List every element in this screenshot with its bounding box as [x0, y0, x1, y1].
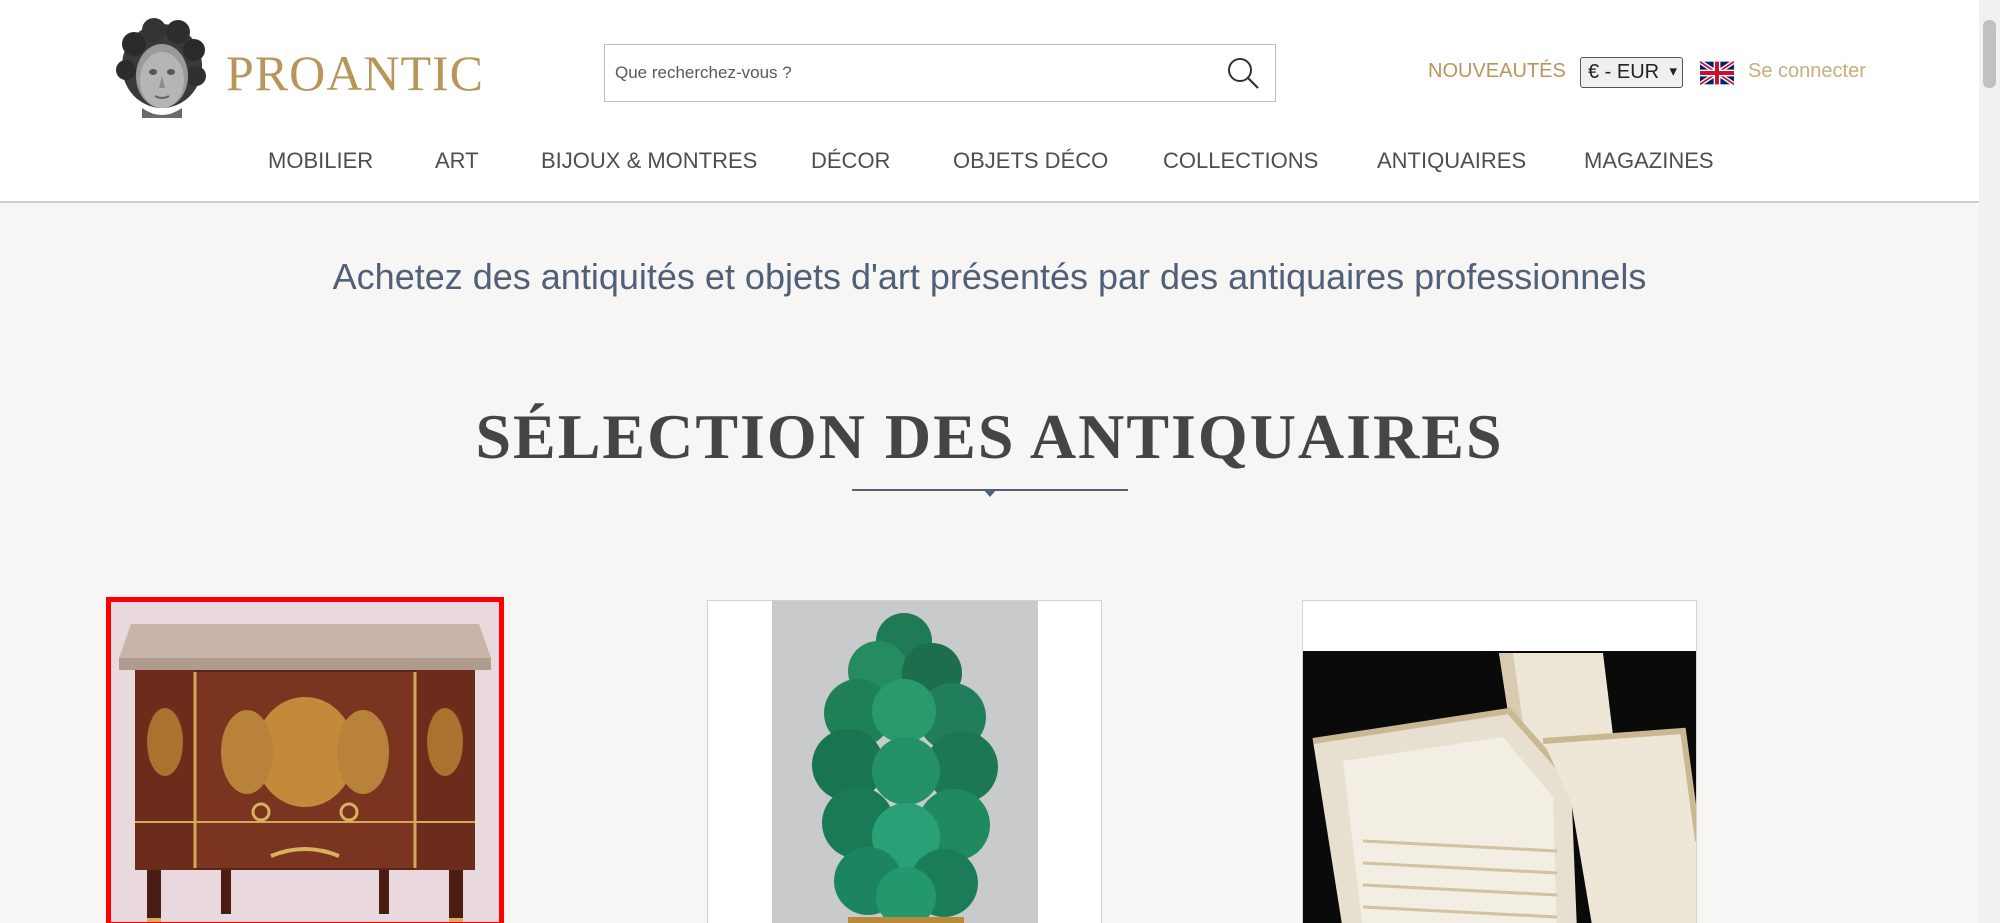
new-arrivals-link[interactable]: NOUVEAUTÉS [1428, 60, 1566, 83]
search-input[interactable] [615, 45, 1195, 100]
section-title: SÉLECTION DES ANTIQUAIRES [475, 401, 1504, 472]
product-card-sculpture[interactable] [707, 600, 1102, 923]
divider-notch [983, 489, 997, 497]
page-scrollbar[interactable] [1979, 0, 2000, 923]
currency-value: € - EUR [1588, 61, 1660, 83]
nav-item-objets-deco[interactable]: OBJETS DÉCO [953, 148, 1108, 174]
brand-name[interactable]: PROANTIC [226, 44, 484, 102]
nav-item-magazines[interactable]: MAGAZINES [1584, 148, 1714, 174]
napkins-image [1303, 601, 1696, 923]
currency-select[interactable]: € - EUR ▾ [1580, 57, 1683, 88]
nav-item-collections[interactable]: COLLECTIONS [1163, 148, 1318, 174]
nav-item-antiquaires[interactable]: ANTIQUAIRES [1377, 148, 1526, 174]
product-card-commode[interactable] [106, 597, 504, 923]
search-icon [1228, 58, 1259, 89]
chevron-down-icon: ▾ [1669, 63, 1677, 80]
nav-item-mobilier[interactable]: MOBILIER [268, 148, 373, 174]
nav-item-bijoux-montres[interactable]: BIJOUX & MONTRES [541, 148, 757, 174]
search-box [604, 44, 1276, 102]
main-nav: MOBILIER ART BIJOUX & MONTRES DÉCOR OBJE… [0, 148, 1979, 178]
search-button[interactable] [1223, 53, 1263, 93]
nav-item-art[interactable]: ART [435, 148, 479, 174]
login-link[interactable]: Se connecter [1748, 60, 1866, 83]
commode-image [111, 602, 499, 922]
sculpture-image [708, 601, 1101, 923]
site-header: PROANTIC NOUVEAUTÉS € - EUR ▾ Se connect… [0, 0, 1979, 203]
tagline: Achetez des antiquités et objets d'art p… [332, 256, 1647, 297]
product-card-napkins[interactable] [1302, 600, 1697, 923]
scrollbar-thumb[interactable] [1983, 20, 1996, 88]
nav-item-decor[interactable]: DÉCOR [811, 148, 890, 174]
cherub-head-logo-icon[interactable] [112, 18, 208, 122]
uk-flag-icon[interactable] [1698, 59, 1736, 87]
